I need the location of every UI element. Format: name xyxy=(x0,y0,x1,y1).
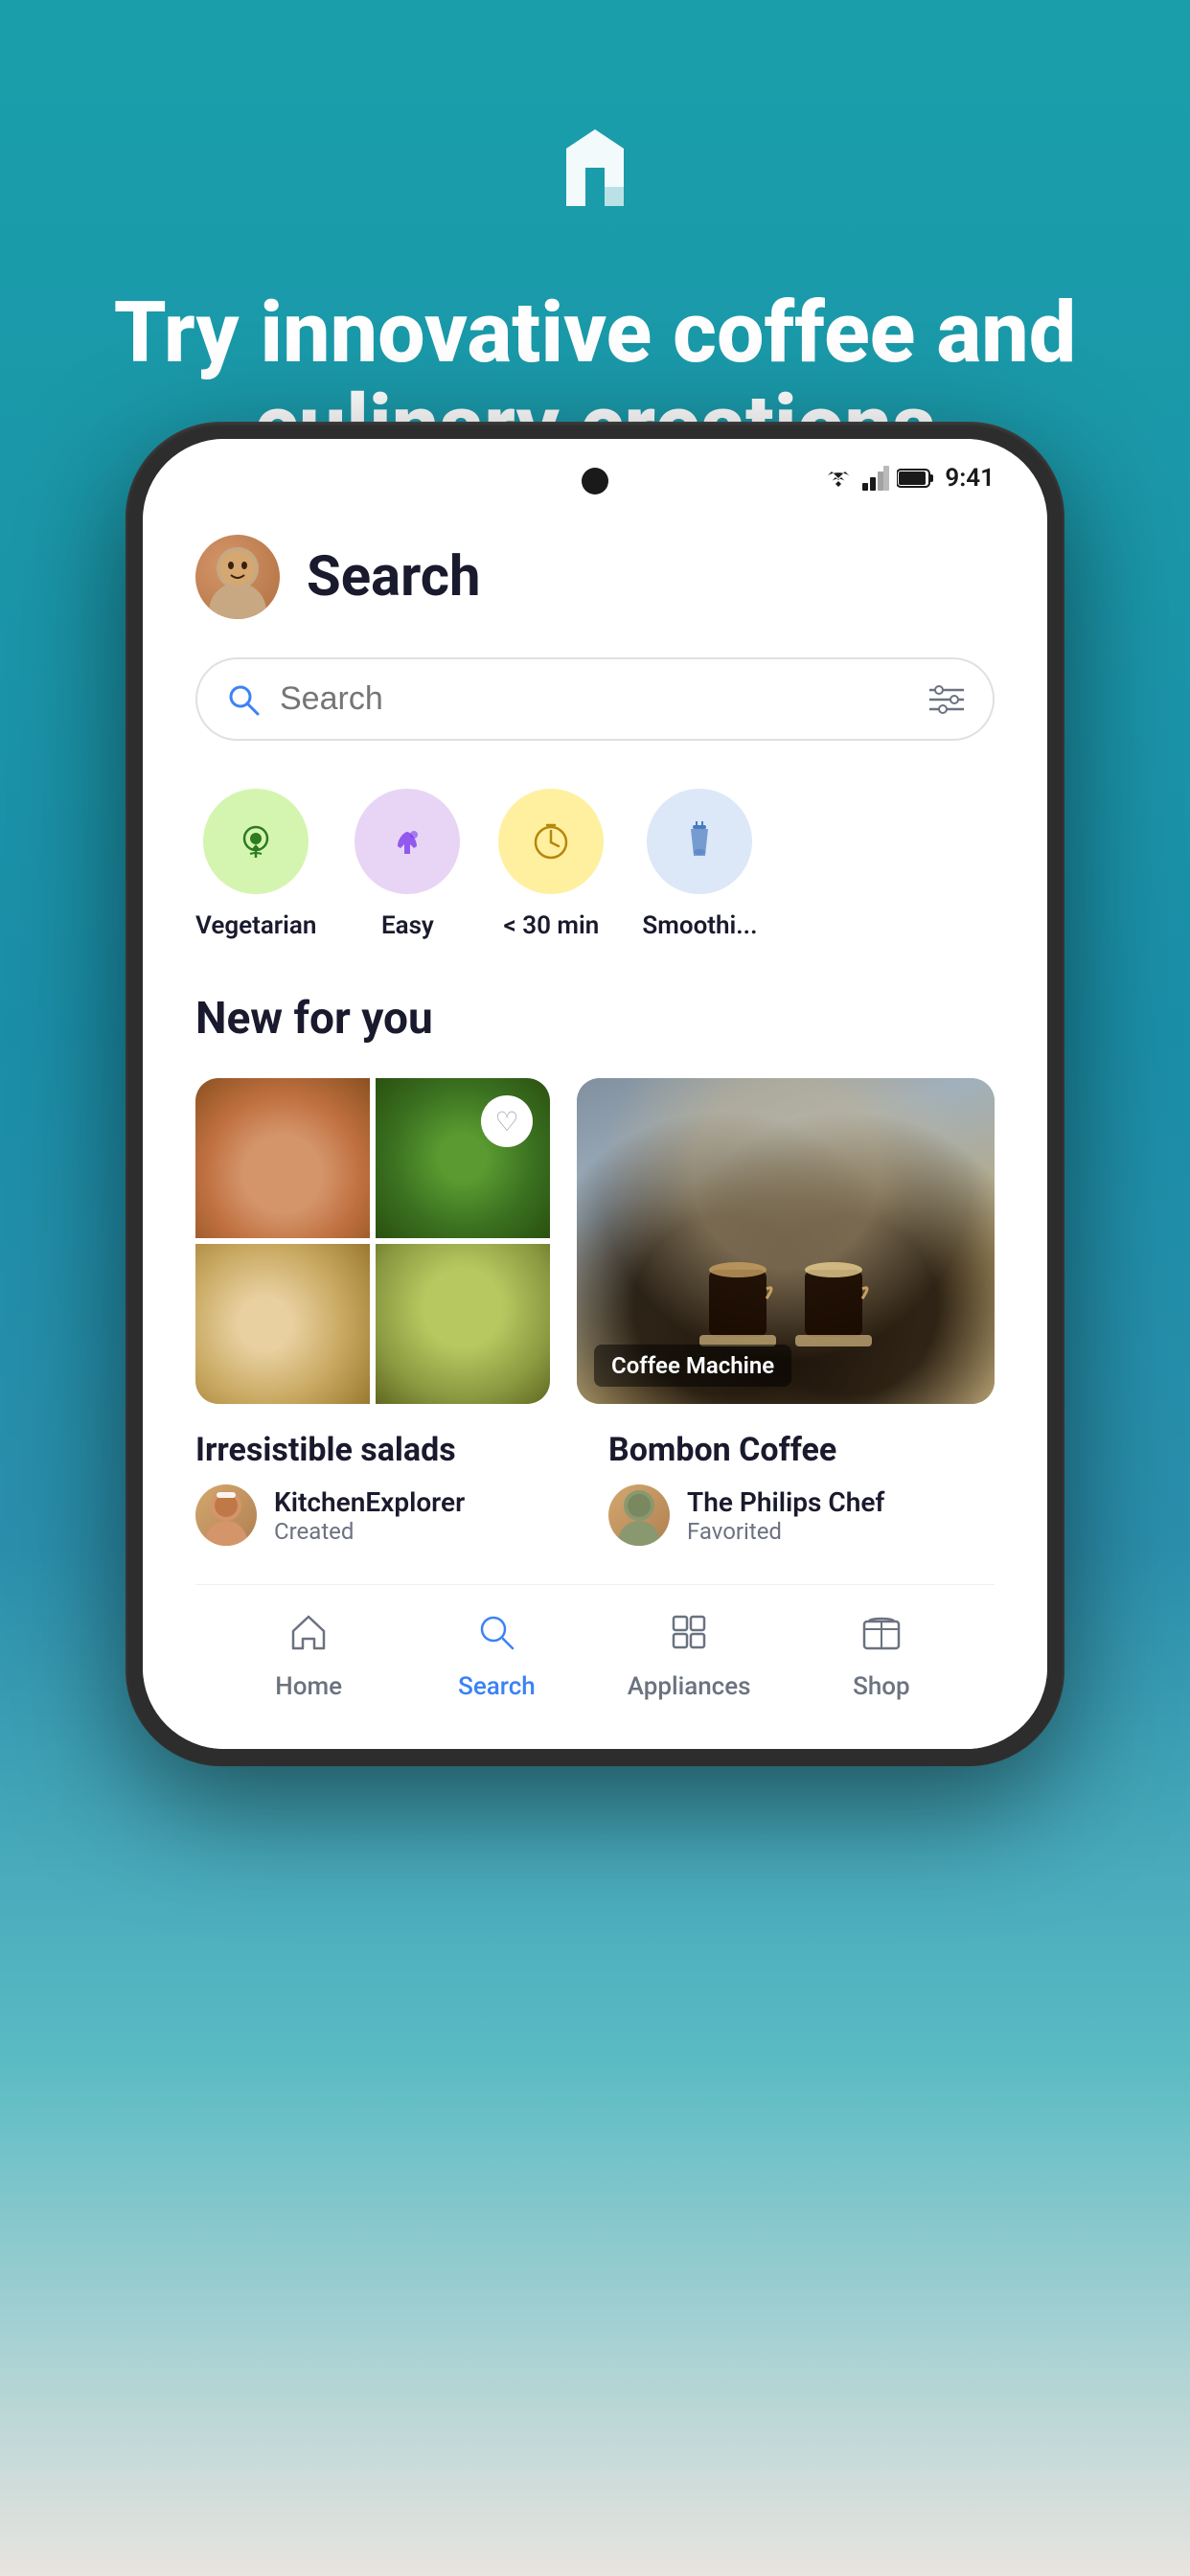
kitchen-explorer-status: Created xyxy=(274,1518,465,1545)
user-avatar[interactable] xyxy=(195,535,280,619)
category-smoothies-label: Smoothi... xyxy=(642,911,757,940)
coffee-machine-label: Coffee Machine xyxy=(594,1345,791,1387)
nav-search-label: Search xyxy=(458,1672,536,1701)
coffee-card-info: Bombon Coffee The Philips Chef xyxy=(608,1431,995,1546)
nav-search[interactable]: Search xyxy=(439,1612,554,1701)
page-header: Search xyxy=(195,535,995,619)
wifi-icon xyxy=(822,466,855,491)
philips-chef-info: The Philips Chef Favorited xyxy=(687,1486,884,1545)
category-smoothies[interactable]: Smoothi... xyxy=(642,789,757,940)
salads-card[interactable]: ♡ xyxy=(195,1078,550,1404)
nav-search-icon xyxy=(476,1612,516,1663)
food-thumb-1 xyxy=(195,1078,370,1238)
philips-chef-name: The Philips Chef xyxy=(687,1486,884,1518)
salads-card-info: Irresistible salads xyxy=(195,1431,582,1546)
nav-home-label: Home xyxy=(275,1672,342,1701)
category-easy-circle xyxy=(355,789,460,894)
nav-shop-label: Shop xyxy=(853,1672,910,1701)
phone-container: 9:41 xyxy=(126,422,1064,1766)
nav-shop[interactable]: Shop xyxy=(824,1612,939,1701)
home-icon xyxy=(288,1612,329,1663)
category-quick-circle xyxy=(498,789,604,894)
salads-title: Irresistible salads xyxy=(195,1431,582,1469)
new-for-you-title: New for you xyxy=(195,993,995,1045)
camera-notch xyxy=(582,468,608,494)
heart-button[interactable]: ♡ xyxy=(481,1095,533,1147)
appliances-icon xyxy=(669,1612,709,1663)
food-grid: ♡ xyxy=(195,1078,550,1404)
food-thumb-4 xyxy=(376,1244,550,1404)
categories-section: Vegetarian Easy xyxy=(195,789,995,940)
search-input[interactable] xyxy=(280,680,910,718)
phone-inner: 9:41 xyxy=(143,439,1047,1749)
shop-icon xyxy=(861,1612,902,1663)
app-content: Search xyxy=(143,506,1047,1749)
cards-grid: ♡ xyxy=(195,1078,995,1404)
category-quick-label: < 30 min xyxy=(504,911,600,940)
category-smoothies-circle xyxy=(647,789,752,894)
kitchen-explorer-info: KitchenExplorer Created xyxy=(274,1486,465,1545)
salads-author: KitchenExplorer Created xyxy=(195,1484,582,1546)
coffee-title: Bombon Coffee xyxy=(608,1431,995,1469)
kitchen-explorer-avatar xyxy=(195,1484,257,1546)
category-vegetarian-circle xyxy=(203,789,309,894)
category-vegetarian[interactable]: Vegetarian xyxy=(195,789,316,940)
category-vegetarian-label: Vegetarian xyxy=(195,911,316,940)
signal-icon xyxy=(862,466,889,491)
philips-chef-status: Favorited xyxy=(687,1518,884,1545)
category-easy-label: Easy xyxy=(381,911,434,940)
coffee-card[interactable]: Coffee Machine xyxy=(577,1078,995,1404)
status-time: 9:41 xyxy=(945,464,995,493)
cards-info: Irresistible salads xyxy=(195,1431,995,1546)
status-bar-right: 9:41 xyxy=(822,464,995,493)
phone-outer: 9:41 xyxy=(126,422,1064,1766)
kitchen-explorer-name: KitchenExplorer xyxy=(274,1486,465,1518)
category-easy[interactable]: Easy xyxy=(355,789,460,940)
nav-home[interactable]: Home xyxy=(251,1612,366,1701)
category-quick[interactable]: < 30 min xyxy=(498,789,604,940)
search-bar[interactable] xyxy=(195,657,995,741)
page-title: Search xyxy=(307,544,480,610)
status-bar: 9:41 xyxy=(143,439,1047,506)
nav-appliances[interactable]: Appliances xyxy=(628,1612,751,1701)
filter-icon[interactable] xyxy=(929,685,964,714)
search-icon xyxy=(226,682,261,717)
philips-chef-avatar xyxy=(608,1484,670,1546)
philips-chef-author: The Philips Chef Favorited xyxy=(608,1484,995,1546)
app-logo-icon xyxy=(533,115,657,240)
status-icons xyxy=(822,466,935,491)
battery-icon xyxy=(897,468,935,489)
bottom-nav: Home Search xyxy=(195,1584,995,1749)
nav-appliances-label: Appliances xyxy=(628,1672,751,1701)
food-thumb-3 xyxy=(195,1244,370,1404)
